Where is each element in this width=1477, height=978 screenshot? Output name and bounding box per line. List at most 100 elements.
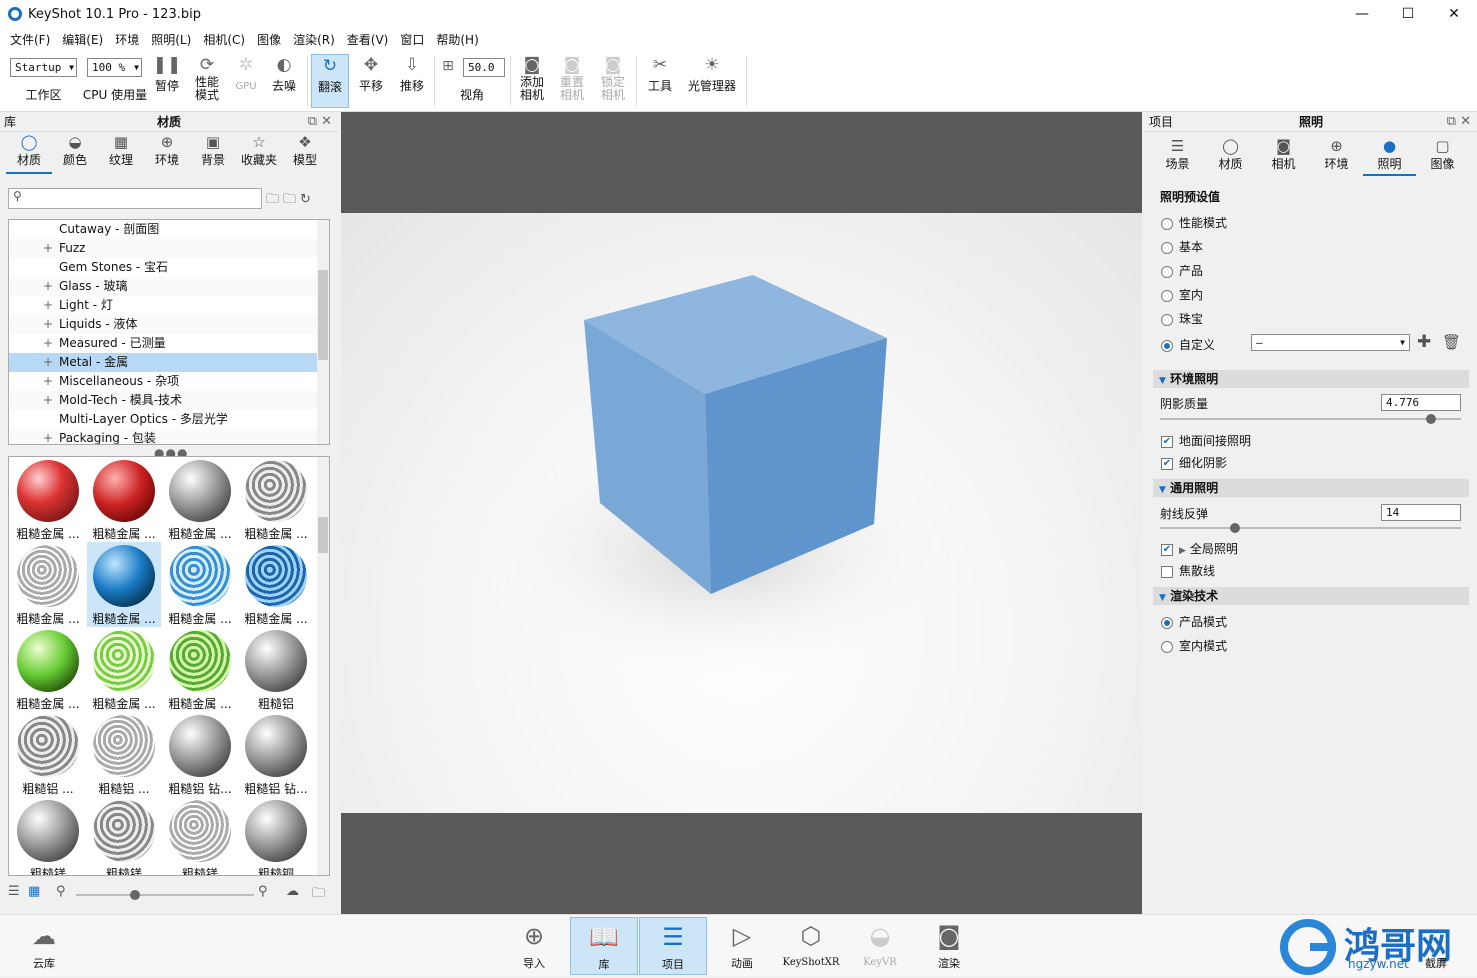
ground-indirect-checkbox[interactable]: ✔ 地面间接照明 bbox=[1161, 432, 1477, 449]
tab-backplates[interactable]: ▣ 背景 bbox=[190, 133, 236, 174]
material-thumbnail[interactable]: 粗糙铜 bbox=[239, 797, 313, 875]
minimize-button[interactable]: — bbox=[1339, 0, 1385, 28]
pan-button[interactable]: ✥ 平移 bbox=[352, 54, 390, 93]
tab-textures[interactable]: ▦ 纹理 bbox=[98, 133, 144, 174]
pause-button[interactable]: ❚❚ 暂停 bbox=[150, 54, 184, 93]
material-thumbnail[interactable]: 粗糙金属 ... bbox=[87, 627, 161, 712]
material-thumbnail[interactable]: 粗糙铝 ... bbox=[11, 712, 85, 797]
menu-view[interactable]: 查看(V) bbox=[341, 31, 395, 48]
fov-input[interactable]: 50.0 bbox=[463, 58, 505, 77]
list-view-icon[interactable]: ☰ bbox=[8, 884, 20, 899]
panel-float-close-icons[interactable]: ⧉ ✕ bbox=[308, 114, 332, 129]
slider-knob[interactable] bbox=[1230, 523, 1241, 533]
preset-performance[interactable]: 性能模式 bbox=[1161, 214, 1477, 231]
lock-camera-button[interactable]: ◙ 锁定 相机 bbox=[595, 54, 631, 102]
tree-item[interactable]: Gem Stones - 宝石 bbox=[9, 258, 329, 277]
tab-scene[interactable]: ☰ 场景 bbox=[1151, 137, 1204, 176]
add-preset-icon[interactable]: ✚ bbox=[1417, 332, 1431, 352]
menu-lighting[interactable]: 照明(L) bbox=[145, 31, 197, 48]
ray-bounces-input[interactable]: 14 bbox=[1381, 504, 1461, 521]
expand-icon[interactable]: + bbox=[43, 296, 53, 315]
shadow-quality-input[interactable]: 4.776 bbox=[1381, 394, 1461, 411]
material-thumbnail[interactable]: 粗糙金属 ... bbox=[87, 457, 161, 542]
slider-knob[interactable] bbox=[130, 890, 140, 900]
preset-basic[interactable]: 基本 bbox=[1161, 238, 1477, 255]
material-thumbnail[interactable]: 粗糙铝 bbox=[239, 627, 313, 712]
tab-image[interactable]: ▢ 图像 bbox=[1416, 137, 1469, 176]
ray-bounces-slider[interactable] bbox=[1160, 523, 1461, 533]
material-thumbnail[interactable]: 粗糙金属 ... bbox=[163, 542, 237, 627]
expand-icon[interactable]: + bbox=[43, 429, 53, 444]
global-illumination-checkbox[interactable]: ✔ ▶ 全局照明 bbox=[1161, 540, 1477, 557]
material-thumbnail[interactable]: 粗糙金属 ... bbox=[239, 542, 313, 627]
tab-favorites[interactable]: ☆ 收藏夹 bbox=[236, 133, 282, 174]
material-thumbnail[interactable]: 粗糙金属 ... bbox=[11, 627, 85, 712]
tools-button[interactable]: ✂ 工具 bbox=[642, 54, 678, 93]
add-camera-button[interactable]: ◙ 添加 相机 bbox=[514, 54, 550, 102]
material-thumbnail[interactable]: 粗糙金属 ... bbox=[163, 457, 237, 542]
general-lighting-section[interactable]: ▼ 通用照明 bbox=[1153, 479, 1469, 497]
tree-item[interactable]: Multi-Layer Optics - 多层光学 bbox=[9, 410, 329, 429]
folder-actions-icons[interactable]: 🗀🗀↻ bbox=[266, 190, 315, 212]
material-thumbnail[interactable]: 粗糙镁 bbox=[87, 797, 161, 875]
expand-icon[interactable]: + bbox=[43, 239, 53, 258]
cloud-upload-icon[interactable]: ☁ bbox=[286, 884, 299, 899]
material-thumbnail[interactable]: 粗糙铝 钻... bbox=[163, 712, 237, 797]
menu-help[interactable]: 帮助(H) bbox=[430, 31, 484, 48]
custom-preset-select[interactable]: – ▼ bbox=[1251, 334, 1410, 351]
cloud-library-button[interactable]: ☁ 云库 bbox=[10, 917, 78, 975]
tree-item[interactable]: + Metal - 金属 bbox=[9, 353, 329, 372]
dolly-button[interactable]: ⇩ 推移 bbox=[393, 54, 431, 93]
material-thumbnail[interactable]: 粗糙镁 bbox=[11, 797, 85, 875]
light-manager-button[interactable]: ☀ 光管理器 bbox=[684, 54, 740, 93]
maximize-button[interactable]: ☐ bbox=[1385, 0, 1431, 28]
keyvr-button[interactable]: ◒ KeyVR bbox=[846, 917, 914, 975]
tree-item[interactable]: + Miscellaneous - 杂项 bbox=[9, 372, 329, 391]
tab-colors[interactable]: ◒ 颜色 bbox=[52, 133, 98, 174]
material-thumbnail[interactable]: 粗糙金属 ... bbox=[87, 542, 161, 627]
tree-scrollbar[interactable] bbox=[317, 220, 329, 444]
menu-image[interactable]: 图像 bbox=[251, 31, 287, 48]
folder-icon[interactable]: 🗀 bbox=[312, 884, 325, 906]
expand-icon[interactable]: + bbox=[43, 372, 53, 391]
slider-knob[interactable] bbox=[1425, 414, 1436, 424]
tab-camera[interactable]: ◙ 相机 bbox=[1257, 137, 1310, 176]
expand-icon[interactable]: + bbox=[43, 391, 53, 410]
library-toggle-button[interactable]: 📖 库 bbox=[570, 917, 638, 975]
animation-button[interactable]: ▷ 动画 bbox=[708, 917, 776, 975]
menu-file[interactable]: 文件(F) bbox=[4, 31, 56, 48]
tab-materials[interactable]: ◯ 材质 bbox=[6, 133, 52, 174]
panel-float-close-icons[interactable]: ⧉ ✕ bbox=[1447, 114, 1471, 129]
render-area[interactable] bbox=[341, 213, 1142, 813]
scrollbar-thumb[interactable] bbox=[318, 517, 328, 553]
menu-camera[interactable]: 相机(C) bbox=[197, 31, 251, 48]
tumble-button[interactable]: ↻ 翻滚 bbox=[311, 54, 349, 108]
tab-material[interactable]: ◯ 材质 bbox=[1204, 137, 1257, 176]
close-button[interactable]: ✕ bbox=[1431, 0, 1477, 28]
denoise-button[interactable]: ◐ 去噪 bbox=[266, 54, 302, 93]
performance-mode-button[interactable]: ⟳ 性能 模式 bbox=[190, 54, 224, 102]
real-time-viewport[interactable] bbox=[341, 112, 1142, 914]
workspace-select[interactable]: Startup ▼ bbox=[10, 58, 77, 77]
zoom-out-icon[interactable]: ⚲ bbox=[56, 884, 66, 899]
zoom-in-icon[interactable]: ⚲ bbox=[258, 884, 268, 899]
render-technique-section[interactable]: ▼ 渲染技术 bbox=[1153, 587, 1469, 605]
material-thumbnail[interactable]: 粗糙金属 ... bbox=[11, 457, 85, 542]
expand-icon[interactable]: + bbox=[43, 353, 53, 372]
reset-camera-button[interactable]: ◙ 重置 相机 bbox=[554, 54, 590, 102]
thumbnail-scrollbar[interactable] bbox=[317, 457, 329, 875]
tab-models[interactable]: ❖ 模型 bbox=[282, 133, 328, 174]
thumbnail-size-slider[interactable] bbox=[76, 890, 254, 900]
menu-window[interactable]: 窗口 bbox=[394, 31, 430, 48]
tree-item[interactable]: + Light - 灯 bbox=[9, 296, 329, 315]
product-mode-radio[interactable]: 产品模式 bbox=[1161, 613, 1477, 630]
menu-render[interactable]: 渲染(R) bbox=[287, 31, 341, 48]
project-toggle-button[interactable]: ☰ 项目 bbox=[639, 917, 707, 975]
material-thumbnail[interactable]: 粗糙铝 ... bbox=[87, 712, 161, 797]
tab-environment[interactable]: ⊕ 环境 bbox=[1310, 137, 1363, 176]
expand-icon[interactable]: + bbox=[43, 315, 53, 334]
material-thumbnail[interactable]: 粗糙金属 ... bbox=[11, 542, 85, 627]
shadow-quality-slider[interactable] bbox=[1160, 414, 1461, 424]
interior-mode-radio[interactable]: 室内模式 bbox=[1161, 637, 1477, 654]
material-thumbnail[interactable]: 粗糙金属 ... bbox=[239, 457, 313, 542]
